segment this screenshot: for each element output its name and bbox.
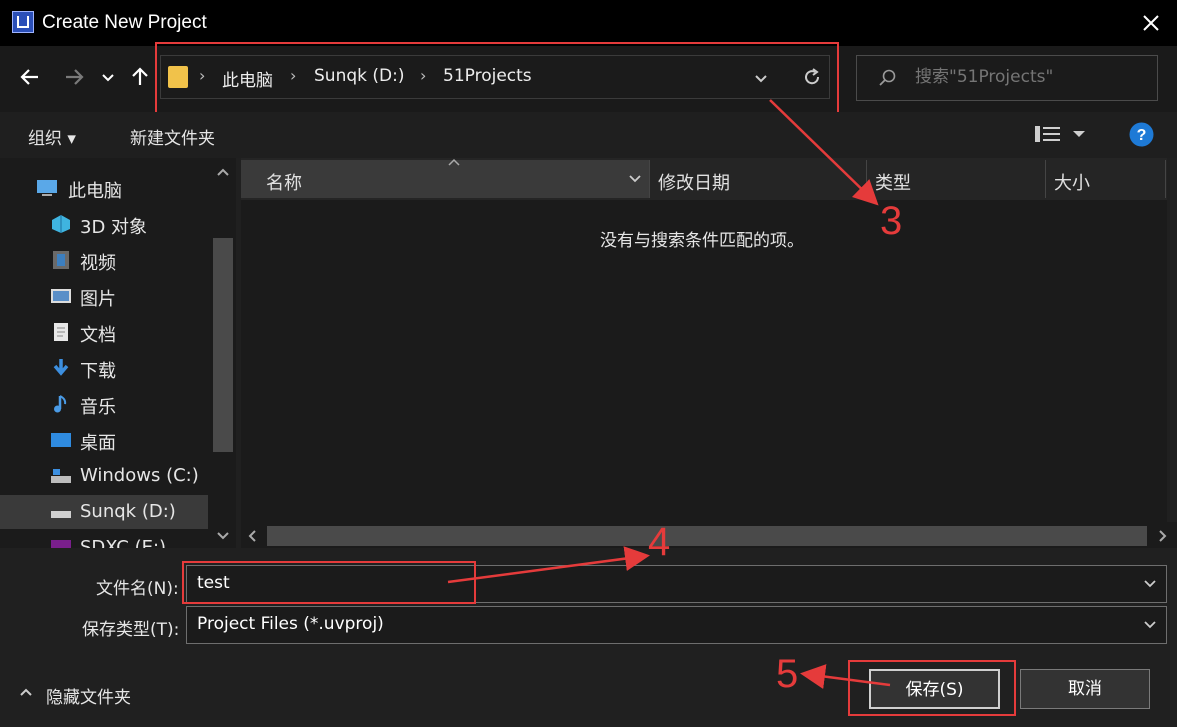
sidebar-item-sdxc-e[interactable]: SDXC (E:) [0,531,208,548]
scroll-up-icon[interactable] [215,166,231,178]
filetype-value: Project Files (*.uvproj) [197,614,384,634]
desktop-icon [50,430,72,450]
filetype-dropdown-icon[interactable] [1142,617,1158,633]
filename-dropdown-icon[interactable] [1142,576,1158,592]
sidebar-item-this-pc[interactable]: 此电脑 [0,171,208,205]
sidebar-item-3d-objects[interactable]: 3D 对象 [0,207,208,241]
organize-button[interactable]: 组织 ▾ [28,124,76,149]
view-dropdown-icon[interactable] [1071,128,1087,140]
sidebar-item-music[interactable]: 音乐 [0,387,208,421]
annotation-box-filename [182,561,476,604]
picture-icon [50,286,72,306]
column-size[interactable]: 大小 [1054,169,1090,195]
svg-text:?: ? [1137,127,1147,144]
sidebar-item-windows-c[interactable]: Windows (C:) [0,459,208,493]
up-arrow-icon[interactable] [126,63,154,91]
cancel-button[interactable]: 取消 [1020,669,1150,709]
recent-locations-chevron-icon[interactable] [96,63,120,91]
search-icon [877,68,897,88]
hide-folders-toggle[interactable]: 隐藏文件夹 [46,683,131,708]
column-type[interactable]: 类型 [875,169,911,195]
new-folder-button[interactable]: 新建文件夹 [130,124,215,149]
sidebar-item-pictures[interactable]: 图片 [0,279,208,313]
filetype-label: 保存类型(T): [82,615,179,640]
collapse-chevron-icon[interactable] [18,686,34,698]
back-arrow-icon[interactable] [16,63,44,91]
column-name-header[interactable] [241,160,649,198]
music-icon [50,394,72,414]
filename-label: 文件名(N): [96,574,179,599]
close-icon[interactable] [1138,10,1164,36]
search-input[interactable] [915,67,1145,87]
annotation-box-save [848,660,1016,716]
search-box[interactable] [856,55,1158,101]
download-icon [50,358,72,378]
cube-icon [50,214,72,234]
column-date-modified[interactable]: 修改日期 [658,169,730,195]
filetype-select[interactable]: Project Files (*.uvproj) [186,606,1167,644]
column-name-label: 名称 [266,169,302,195]
annotation-number-5: 5 [776,652,798,697]
sidebar-scroll-thumb[interactable] [213,238,233,452]
sidebar-item-sunqk-d[interactable]: Sunqk (D:) [0,495,208,529]
video-icon [50,250,72,270]
view-options-icon[interactable] [1034,124,1062,144]
forward-arrow-icon[interactable] [60,63,88,91]
column-divider [1045,160,1046,198]
computer-icon [36,178,58,198]
empty-message: 没有与搜索条件匹配的项。 [600,226,804,251]
annotation-number-4: 4 [648,520,670,565]
sort-ascending-icon [447,158,461,166]
help-icon[interactable]: ? [1129,122,1154,147]
column-dropdown-icon[interactable] [627,173,643,185]
app-icon [12,11,34,33]
annotation-box-address [155,42,839,116]
drive-icon [50,502,72,522]
column-divider [866,160,867,198]
horizontal-scroll-thumb[interactable] [267,526,1147,546]
sidebar-item-videos[interactable]: 视频 [0,243,208,277]
scroll-right-icon[interactable] [1156,529,1168,543]
drive-icon [50,466,72,486]
sidebar-item-downloads[interactable]: 下载 [0,351,208,385]
sidebar-item-desktop[interactable]: 桌面 [0,423,208,457]
annotation-number-3: 3 [880,199,902,244]
document-icon [50,322,72,342]
column-divider [1165,160,1166,198]
scroll-left-icon[interactable] [247,529,259,543]
sd-card-icon [50,538,72,548]
scroll-down-icon[interactable] [215,530,231,542]
organize-label: 组织 [28,129,62,149]
window-title: Create New Project [42,12,207,34]
column-divider [649,160,650,198]
sidebar-item-documents[interactable]: 文档 [0,315,208,349]
